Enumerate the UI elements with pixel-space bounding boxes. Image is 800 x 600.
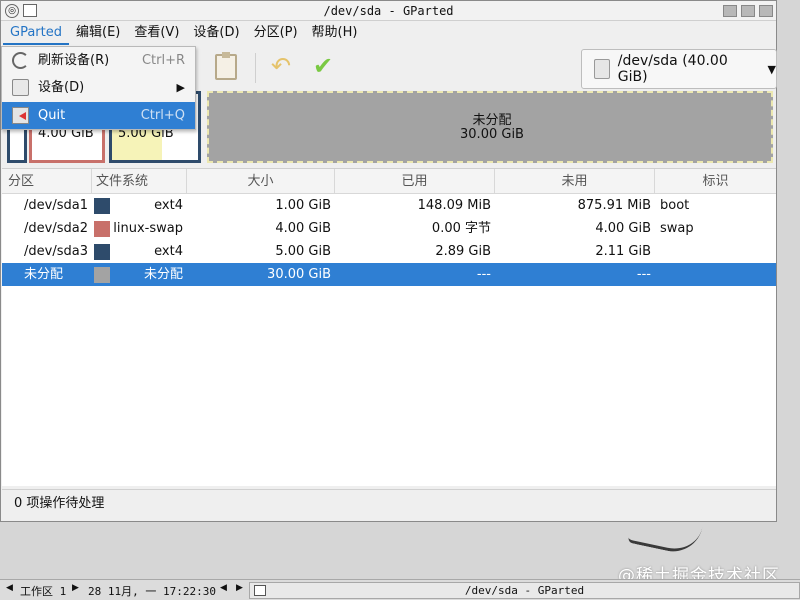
cell-used: 0.00 字节 xyxy=(431,221,491,236)
disk-map-unallocated-size: 30.00 GiB xyxy=(460,127,524,142)
cell-filesystem: linux-swap xyxy=(92,217,187,240)
table-row[interactable]: /dev/sda1 ext4 1.00 GiB 148.09 MiB 875.9… xyxy=(2,194,776,217)
menu-item-shortcut: Ctrl+Q xyxy=(140,108,185,123)
workspace-label[interactable]: 工作区 1 xyxy=(20,583,66,599)
column-header-unused[interactable]: 未用 xyxy=(495,169,655,194)
filesystem-name: 未分配 xyxy=(143,267,183,282)
status-bar: 0 项操作待处理 xyxy=(2,489,776,519)
window-title: /dev/sda - GParted xyxy=(323,4,454,18)
column-header-flags[interactable]: 标识 xyxy=(655,169,776,194)
column-header-filesystem[interactable]: 文件系统 xyxy=(92,169,187,194)
disk-map-unallocated-label: 未分配 xyxy=(472,113,512,128)
workspace-next-icon[interactable]: ▶ xyxy=(72,583,79,593)
device-selector-label: /dev/sda (40.00 GiB) xyxy=(617,53,728,85)
menu-gparted[interactable]: GParted xyxy=(3,21,69,45)
filesystem-color-swatch xyxy=(94,220,110,237)
undo-icon[interactable]: ↶ xyxy=(271,51,291,81)
cell-used: 2.89 GiB xyxy=(435,244,491,259)
table-row[interactable]: /dev/sda2 linux-swap 4.00 GiB 0.00 字节 4.… xyxy=(2,217,776,240)
device-selector[interactable]: /dev/sda (40.00 GiB) ▼ xyxy=(581,49,777,89)
table-header: 分区 文件系统 大小 已用 未用 标识 xyxy=(2,169,776,194)
cell-flags: swap xyxy=(660,221,694,236)
toolbar-separator xyxy=(255,53,256,83)
cell-partition: /dev/sda3 xyxy=(24,244,88,259)
menu-item-label: 设备(D) xyxy=(38,80,85,95)
cell-partition: /dev/sda2 xyxy=(24,221,88,236)
gparted-menu-dropdown: 刷新设备(R) Ctrl+R 设备(D) ▶ Quit Ctrl+Q xyxy=(1,46,196,130)
title-bar: ◎ /dev/sda - GParted xyxy=(1,1,776,21)
table-row[interactable]: 未分配 未分配 30.00 GiB --- --- xyxy=(2,263,776,286)
menu-item-quit[interactable]: Quit Ctrl+Q xyxy=(2,102,195,129)
disk-icon xyxy=(594,59,610,79)
cell-unused: 875.91 MiB xyxy=(577,198,651,213)
menu-partition[interactable]: 分区(P) xyxy=(247,21,305,45)
device-icon xyxy=(12,79,29,96)
menu-edit[interactable]: 编辑(E) xyxy=(69,21,127,45)
cell-flags xyxy=(655,240,776,263)
maximize-button[interactable] xyxy=(741,5,755,17)
table-row[interactable]: /dev/sda3 ext4 5.00 GiB 2.89 GiB 2.11 Gi… xyxy=(2,240,776,263)
menu-item-label: Quit xyxy=(38,108,66,123)
cell-size: 1.00 GiB xyxy=(275,198,331,213)
cell-unused: --- xyxy=(636,267,651,282)
menu-item-devices[interactable]: 设备(D) ▶ xyxy=(2,74,195,101)
close-button[interactable] xyxy=(759,5,773,17)
filesystem-name: ext4 xyxy=(154,244,183,259)
menu-bar: GParted 编辑(E) 查看(V) 设备(D) 分区(P) 帮助(H) xyxy=(1,21,776,45)
cell-used: 148.09 MiB xyxy=(417,198,491,213)
taskbar-window-button[interactable]: /dev/sda - GParted xyxy=(249,582,800,599)
partition-table: 分区 文件系统 大小 已用 未用 标识 /dev/sda1 ext4 1.00 … xyxy=(2,168,776,486)
column-header-partition[interactable]: 分区 xyxy=(2,169,92,194)
paste-icon[interactable] xyxy=(215,52,237,80)
filesystem-color-swatch xyxy=(94,266,110,283)
menu-item-label: 刷新设备(R) xyxy=(38,53,110,68)
menu-item-shortcut: Ctrl+R xyxy=(141,53,185,68)
cell-partition: 未分配 xyxy=(24,267,64,282)
cell-used: --- xyxy=(476,267,491,282)
disk-map-unallocated[interactable]: 未分配 30.00 GiB xyxy=(207,91,773,163)
taskbar-next-icon[interactable]: ▶ xyxy=(236,583,243,593)
cell-size: 30.00 GiB xyxy=(267,267,331,282)
cell-filesystem: 未分配 xyxy=(92,263,187,286)
cell-unused: 4.00 GiB xyxy=(595,221,651,236)
cell-partition: /dev/sda1 xyxy=(24,198,88,213)
taskbar-window-title: /dev/sda - GParted xyxy=(464,584,585,597)
cell-size: 4.00 GiB xyxy=(275,221,331,236)
cell-size: 5.00 GiB xyxy=(275,244,331,259)
refresh-icon xyxy=(12,52,29,69)
apply-icon[interactable]: ✔ xyxy=(313,51,333,81)
minimize-button[interactable] xyxy=(723,5,737,17)
workspace-prev-icon[interactable]: ◀ xyxy=(6,583,13,593)
menu-item-refresh-devices[interactable]: 刷新设备(R) Ctrl+R xyxy=(2,47,195,74)
cell-flags xyxy=(655,263,776,286)
filesystem-name: linux-swap xyxy=(113,221,183,236)
menu-help[interactable]: 帮助(H) xyxy=(305,21,365,45)
filesystem-color-swatch xyxy=(94,197,110,214)
column-header-used[interactable]: 已用 xyxy=(335,169,495,194)
taskbar: ◀ 工作区 1 ▶ 28 11月, 一 17:22:30 ◀ ▶ /dev/sd… xyxy=(0,579,800,600)
taskbar-prev-icon[interactable]: ◀ xyxy=(220,583,227,593)
cell-flags: boot xyxy=(660,198,690,213)
column-header-size[interactable]: 大小 xyxy=(187,169,335,194)
submenu-arrow-icon: ▶ xyxy=(176,81,185,94)
clock[interactable]: 28 11月, 一 17:22:30 xyxy=(88,583,216,599)
chevron-down-icon: ▼ xyxy=(767,62,776,76)
cell-filesystem: ext4 xyxy=(92,194,187,217)
cell-filesystem: ext4 xyxy=(92,240,187,263)
filesystem-name: ext4 xyxy=(154,198,183,213)
quit-icon xyxy=(12,107,29,124)
filesystem-color-swatch xyxy=(94,243,110,260)
menu-view[interactable]: 查看(V) xyxy=(127,21,186,45)
menu-device[interactable]: 设备(D) xyxy=(186,21,246,45)
gparted-window: ◎ /dev/sda - GParted GParted 编辑(E) 查看(V)… xyxy=(0,0,777,522)
cell-unused: 2.11 GiB xyxy=(595,244,651,259)
